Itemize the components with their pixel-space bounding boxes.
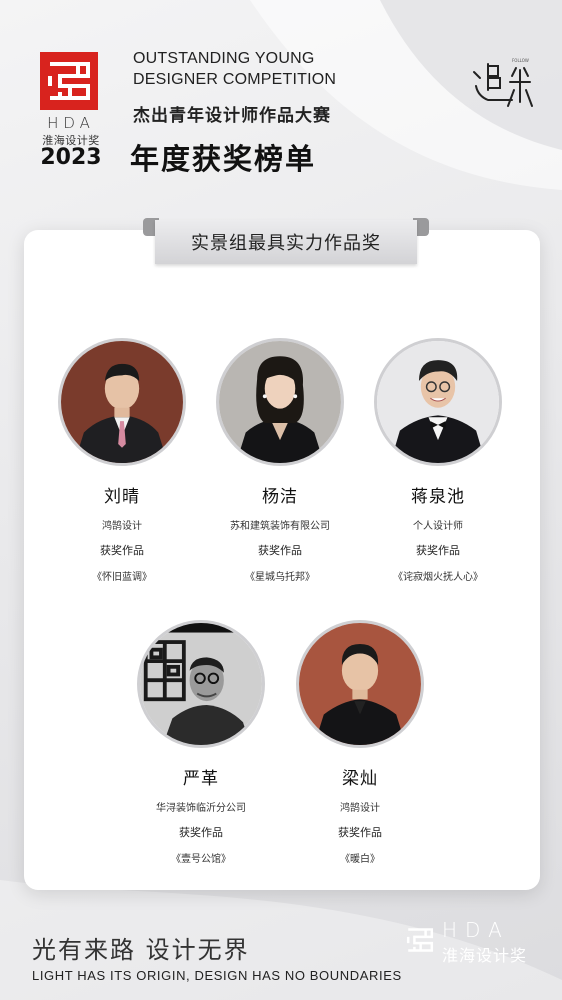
- winner-company: 华浔装饰临沂分公司: [156, 803, 246, 814]
- winner-company: 个人设计师: [413, 521, 463, 532]
- title-english-line1: OUTSTANDING YOUNG: [133, 50, 315, 67]
- winner-card: 刘晴 鸿鹄设计 获奖作品 《怀旧蓝调》: [42, 338, 202, 583]
- logo-year: 2023: [40, 145, 102, 170]
- winner-name: 梁灿: [342, 769, 378, 789]
- winner-card: 严革 华浔装饰临沂分公司 获奖作品 《壹号公馆》: [121, 620, 281, 865]
- winner-avatar: [58, 338, 186, 466]
- award-category-ribbon: 实景组最具实力作品奖: [143, 216, 429, 268]
- footer-logo-chinese-name: 淮海设计奖: [442, 946, 528, 965]
- winner-name: 严革: [183, 769, 219, 789]
- winner-award-label: 获奖作品: [179, 826, 223, 839]
- winner-work-title: 《星城乌托邦》: [245, 572, 315, 583]
- winner-company: 苏和建筑装饰有限公司: [230, 521, 330, 532]
- winner-award-label: 获奖作品: [416, 544, 460, 557]
- hda-logo-icon: [40, 52, 98, 110]
- winner-avatar: [137, 620, 265, 748]
- winner-card: 杨洁 苏和建筑装饰有限公司 获奖作品 《星城乌托邦》: [200, 338, 360, 583]
- winner-company: 鸿鹄设计: [340, 803, 380, 814]
- svg-text:FOLLOW: FOLLOW: [512, 58, 529, 63]
- winner-card: 蒋泉池 个人设计师 获奖作品 《诧寂烟火抚人心》: [358, 338, 518, 583]
- winner-avatar: [296, 620, 424, 748]
- footer-slogan-english: LIGHT HAS ITS ORIGIN, DESIGN HAS NO BOUN…: [32, 968, 402, 983]
- winner-award-label: 获奖作品: [100, 544, 144, 557]
- winner-name: 杨洁: [262, 487, 298, 507]
- footer-slogan-chinese: 光有来路 设计无界: [32, 936, 250, 964]
- winner-name: 蒋泉池: [411, 487, 465, 507]
- winner-name: 刘晴: [104, 487, 140, 507]
- brand-calligraphy-icon: FOLLOW: [468, 50, 540, 110]
- winner-card: 梁灿 鸿鹄设计 获奖作品 《暖白》: [280, 620, 440, 865]
- award-category-title: 实景组最具实力作品奖: [155, 220, 417, 264]
- winner-award-label: 获奖作品: [258, 544, 302, 557]
- title-chinese: 杰出青年设计师作品大赛: [133, 106, 331, 126]
- winner-award-label: 获奖作品: [338, 826, 382, 839]
- page-title: 年度获奖榜单: [130, 142, 317, 176]
- winner-work-title: 《诧寂烟火抚人心》: [393, 572, 483, 583]
- winner-company: 鸿鹄设计: [102, 521, 142, 532]
- winner-avatar: [216, 338, 344, 466]
- footer-hda-logo-icon: [402, 922, 438, 958]
- title-english-line2: DESIGNER COMPETITION: [133, 71, 337, 88]
- winner-work-title: 《暖白》: [340, 854, 380, 865]
- logo-letters: HDA: [47, 114, 95, 132]
- title-english: OUTSTANDING YOUNG DESIGNER COMPETITION: [133, 48, 393, 90]
- winner-avatar: [374, 338, 502, 466]
- footer-logo-letters: HDA: [442, 918, 510, 942]
- winner-work-title: 《壹号公馆》: [171, 854, 231, 865]
- winner-work-title: 《怀旧蓝调》: [92, 572, 152, 583]
